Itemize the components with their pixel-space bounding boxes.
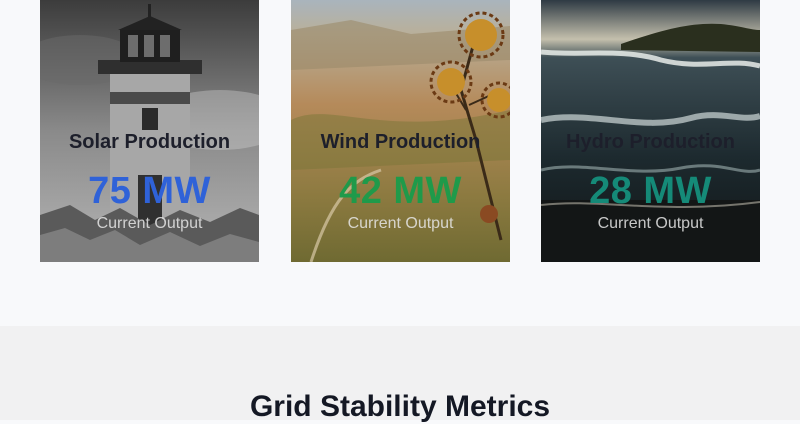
production-value: 28 MW — [589, 170, 712, 212]
card-title: Solar Production — [68, 131, 231, 153]
section-title: Grid Stability Metrics — [249, 390, 551, 423]
hydro-production-card: Hydro Production 28 MW Current Output — [541, 0, 760, 262]
card-title: Wind Production — [320, 131, 481, 153]
production-value: 42 MW — [339, 170, 462, 212]
production-cards: Solar Production 75 MW Current Output Wi… — [0, 0, 800, 326]
current-output-label: Current Output — [347, 215, 454, 232]
wind-production-card: Wind Production 42 MW Current Output — [291, 0, 510, 262]
production-value: 75 MW — [88, 170, 211, 212]
grid-stability-section: Grid Stability Metrics — [0, 326, 800, 423]
card-title: Hydro Production — [566, 131, 735, 153]
current-output-label: Current Output — [96, 215, 203, 232]
solar-production-card: Solar Production 75 MW Current Output — [40, 0, 259, 262]
current-output-label: Current Output — [597, 215, 704, 232]
